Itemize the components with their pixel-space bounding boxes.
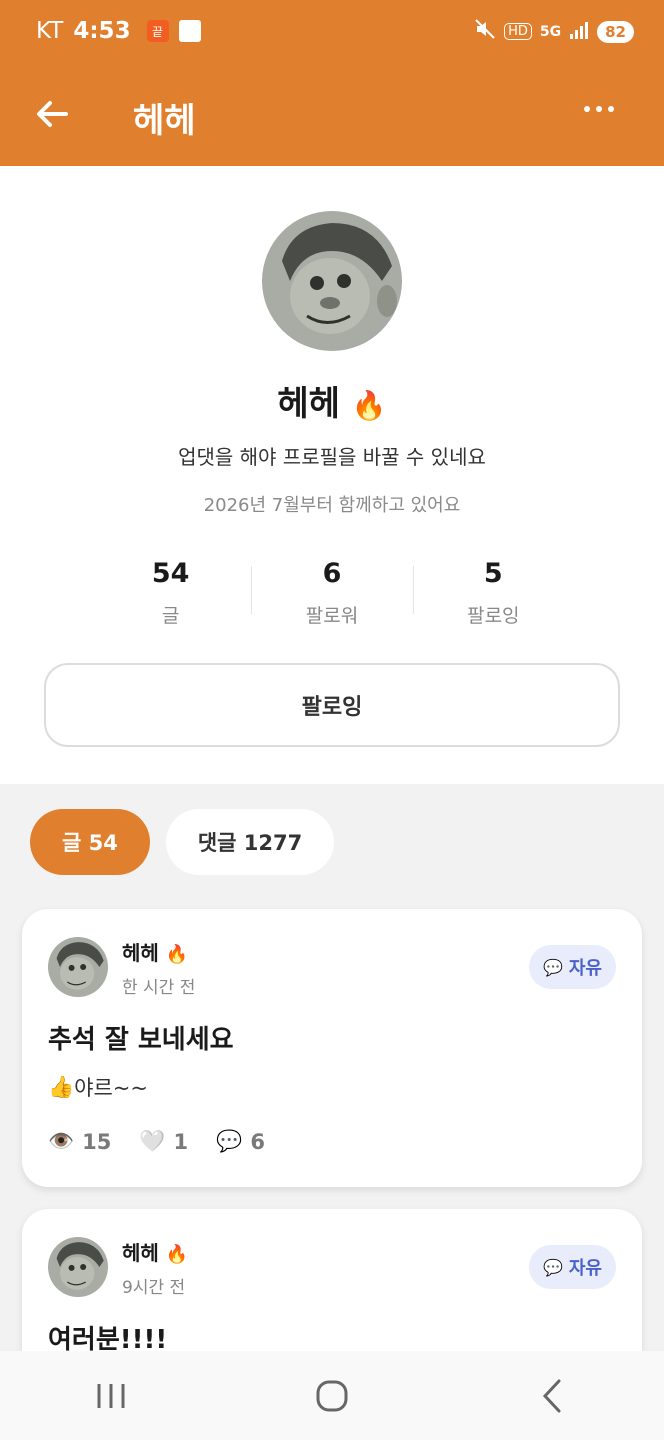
notification-app-icon: 끝 <box>146 20 169 42</box>
content-tabs: 글 54 댓글 1277 <box>30 809 335 875</box>
post-time: 9시간 전 <box>122 1278 186 1298</box>
profile-bio: 업댓을 해야 프로필을 바꿀 수 있네요 <box>178 445 486 469</box>
author-avatar[interactable] <box>48 937 108 997</box>
signal-icon <box>569 20 589 44</box>
post-author: 헤헤 🔥 <box>122 1237 188 1266</box>
network-icon: 5G <box>539 23 562 40</box>
author-name: 헤헤 <box>122 1241 159 1265</box>
stat-label: 팔로잉 <box>467 605 520 627</box>
tab-posts[interactable]: 글 54 <box>30 809 150 875</box>
mute-icon <box>474 18 496 45</box>
thumbs-up-icon: 👍 <box>48 1074 75 1099</box>
post-time: 한 시간 전 <box>122 978 196 998</box>
likes-metric[interactable]: 🤍 1 <box>139 1129 188 1154</box>
category-label: 자유 <box>568 1258 602 1279</box>
comments-metric[interactable]: 💬 6 <box>216 1129 265 1154</box>
fire-icon: 🔥 <box>165 1244 189 1265</box>
stat-value: 54 <box>151 558 190 589</box>
post-metrics: 👁️ 15 🤍 1 💬 6 <box>48 1129 265 1154</box>
likes-count: 1 <box>173 1129 189 1154</box>
profile-name-row: 헤헤 🔥 <box>0 376 664 425</box>
page-title: 헤헤 <box>133 101 196 141</box>
profile-avatar[interactable] <box>262 211 402 351</box>
speech-bubble-icon: 💬 <box>542 957 563 977</box>
profile-section: 헤헤 🔥 업댓을 해야 프로필을 바꿀 수 있네요 2026년 7월부터 함께하… <box>0 166 664 784</box>
chevron-left-icon <box>543 1379 561 1412</box>
back-nav-button[interactable] <box>513 1366 593 1426</box>
status-bar: KT 4:53 끝 HD 5G 82 <box>0 0 664 66</box>
profile-stats: 54 글 6 팔로워 5 팔로잉 <box>90 558 574 634</box>
stat-label: 글 <box>161 605 180 627</box>
post-author: 헤헤 🔥 <box>122 937 188 966</box>
stat-value: 6 <box>322 558 342 589</box>
tab-comments[interactable]: 댓글 1277 <box>165 809 335 875</box>
system-navigation-bar <box>0 1351 664 1440</box>
fire-icon: 🔥 <box>165 944 189 965</box>
author-avatar[interactable] <box>48 1237 108 1297</box>
back-button[interactable] <box>32 94 72 134</box>
more-options-button[interactable] <box>584 106 614 112</box>
arrow-left-icon <box>37 101 68 127</box>
comment-icon: 💬 <box>216 1129 243 1153</box>
hd-icon: HD <box>504 23 532 40</box>
heart-icon: 🤍 <box>139 1129 166 1153</box>
post-body-text: 야르~~ <box>74 1076 148 1100</box>
stat-label: 팔로워 <box>305 605 359 627</box>
speech-bubble-icon: 💬 <box>542 1257 563 1277</box>
fire-icon: 🔥 <box>351 389 387 422</box>
category-badge[interactable]: 💬 자유 <box>528 945 616 989</box>
recent-apps-icon <box>97 1383 125 1408</box>
stat-following[interactable]: 5 팔로잉 <box>412 558 574 634</box>
following-button[interactable]: 팔로잉 <box>44 663 620 747</box>
post-body: 👍 야르~~ <box>48 1072 148 1102</box>
profile-name: 헤헤 <box>277 384 340 424</box>
joined-date: 2026년 7월부터 함께하고 있어요 <box>203 495 461 516</box>
clock: 4:53 <box>73 18 131 44</box>
post-title: 추석 잘 보네세요 <box>48 1025 234 1055</box>
views-count: 15 <box>82 1129 112 1154</box>
more-dot <box>596 106 602 112</box>
carrier-label: KT <box>36 18 64 44</box>
category-label: 자유 <box>568 958 602 979</box>
home-icon <box>316 1380 348 1411</box>
comments-count: 6 <box>250 1129 265 1154</box>
battery-indicator: 82 <box>597 20 634 43</box>
home-button[interactable] <box>292 1366 372 1426</box>
notification-app-icon-2 <box>178 20 201 42</box>
stat-posts[interactable]: 54 글 <box>90 558 251 634</box>
views-metric: 👁️ 15 <box>48 1129 111 1154</box>
more-dot <box>584 106 590 112</box>
post-card[interactable]: 헤헤 🔥 한 시간 전 💬 자유 추석 잘 보네세요 👍 야르~~ 👁️ 15 … <box>22 909 642 1187</box>
more-dot <box>608 106 614 112</box>
category-badge[interactable]: 💬 자유 <box>528 1245 616 1289</box>
stat-value: 5 <box>483 558 503 589</box>
recent-apps-button[interactable] <box>71 1366 151 1426</box>
eye-icon: 👁️ <box>48 1129 75 1153</box>
app-bar: 헤헤 <box>0 66 664 166</box>
author-name: 헤헤 <box>122 941 159 965</box>
stat-followers[interactable]: 6 팔로워 <box>251 558 412 634</box>
